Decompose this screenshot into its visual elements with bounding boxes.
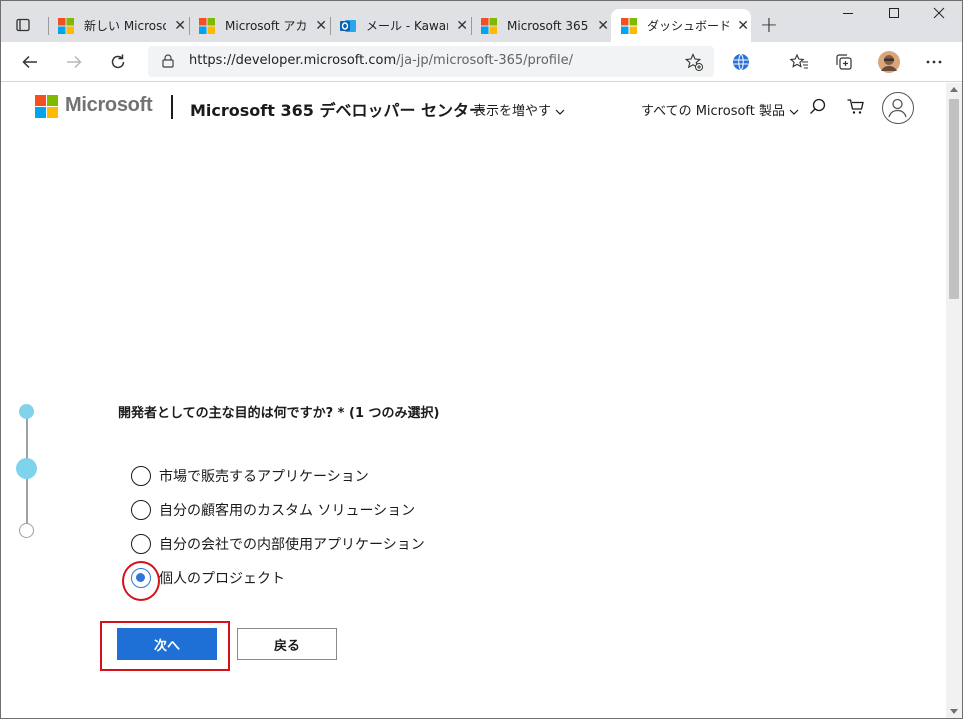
scroll-thumb[interactable] [949,99,959,299]
tab-outlook-mail[interactable]: メール - Kawam ✕ [330,9,470,42]
site-header: Microsoft Microsoft 365 デベロッパー センター 表示を増… [1,83,946,135]
refresh-icon[interactable] [104,48,132,76]
tab-title: メール - Kawam [366,19,448,33]
scroll-up-icon[interactable] [950,87,958,92]
option-custom-solution[interactable]: 自分の顧客用のカスタム ソリューション [131,499,415,521]
profile-avatar-icon[interactable] [875,48,903,76]
more-menu-button[interactable]: 表示を増やす [473,100,565,119]
microsoft-favicon-icon [621,17,637,34]
tab-title: ダッシュボード - [647,19,730,33]
question-heading: 開発者としての主な目的は何ですか? * (1 つのみ選択) [118,406,440,421]
outlook-favicon-icon [340,19,356,32]
tab-title: Microsoft アカ [225,19,308,33]
back-button[interactable]: 戻る [237,628,337,660]
chevron-down-icon [789,109,799,115]
all-products-label: すべての Microsoft 製品 [641,104,785,119]
chevron-down-icon [555,109,565,115]
browser-window: 新しい Microso ✕ Microsoft アカ ✕ メール - Kawam… [0,0,963,719]
option-label[interactable]: 自分の会社での内部使用アプリケーション [159,534,425,554]
tab-separator [48,17,49,35]
option-label[interactable]: 自分の顧客用のカスタム ソリューション [159,500,415,520]
url-text[interactable]: https://developer.microsoft.com/ja-jp/mi… [189,53,573,68]
url-path: /ja-jp/microsoft-365/profile/ [396,53,573,68]
new-tab-icon[interactable]: + [755,13,783,41]
url-host: https://developer.microsoft.com [189,53,397,68]
minimize-icon[interactable] [828,7,868,25]
forward-arrow-icon[interactable] [60,48,88,76]
maximize-icon[interactable] [874,7,914,25]
close-tab-icon[interactable]: ✕ [172,18,188,34]
tab-dashboard[interactable]: ダッシュボード - ✕ [611,9,751,42]
microsoft-favicon-icon [58,17,74,34]
all-products-menu[interactable]: すべての Microsoft 製品 [641,100,799,119]
step-2-current [16,458,37,479]
microsoft-logo-icon[interactable] [35,95,58,118]
tab-separator [330,17,331,35]
page-scrollbar[interactable] [946,83,962,718]
close-window-icon[interactable] [919,7,959,25]
microsoft-favicon-icon [481,17,497,34]
site-title[interactable]: Microsoft 365 デベロッパー センター [190,97,485,121]
tab-separator [189,17,190,35]
step-1-complete [19,404,34,419]
browser-toolbar: https://developer.microsoft.com/ja-jp/mi… [1,42,962,82]
back-arrow-icon[interactable] [16,48,44,76]
tab-separator [471,17,472,35]
annotation-circle [122,561,160,601]
more-menu-label: 表示を増やす [473,104,552,119]
option-label[interactable]: 個人のプロジェクト [159,568,285,588]
radio-button[interactable] [131,534,151,554]
close-tab-icon[interactable]: ✕ [313,18,329,34]
radio-button[interactable] [131,466,151,486]
tab-new-microsoft[interactable]: 新しい Microso ✕ [48,9,188,42]
option-label[interactable]: 市場で販売するアプリケーション [159,466,369,486]
tab-title: Microsoft 365 [507,18,589,33]
close-tab-icon[interactable]: ✕ [595,18,611,34]
account-icon[interactable] [882,92,914,124]
collections-icon[interactable] [830,48,858,76]
more-options-icon[interactable] [920,48,948,76]
scroll-down-icon[interactable] [950,709,958,714]
option-internal-app[interactable]: 自分の会社での内部使用アプリケーション [131,533,425,555]
tab-title: 新しい Microso [84,19,167,33]
address-bar[interactable]: https://developer.microsoft.com/ja-jp/mi… [148,46,714,77]
header-divider [171,95,173,119]
radio-button[interactable] [131,500,151,520]
brand-name[interactable]: Microsoft [65,94,153,117]
tab-microsoft-account[interactable]: Microsoft アカ ✕ [189,9,329,42]
favorites-icon[interactable] [785,48,813,76]
tab-microsoft-365[interactable]: Microsoft 365 ✕ [471,9,611,42]
search-icon[interactable] [808,97,828,117]
tab-strip: 新しい Microso ✕ Microsoft アカ ✕ メール - Kawam… [1,1,962,42]
annotation-rectangle [100,621,230,671]
tab-actions-icon[interactable] [9,11,37,39]
close-tab-icon[interactable]: ✕ [735,18,751,34]
option-marketplace-app[interactable]: 市場で販売するアプリケーション [131,465,369,487]
cart-icon[interactable] [846,97,866,117]
step-3-pending [19,523,34,538]
close-tab-icon[interactable]: ✕ [454,18,470,34]
lock-icon[interactable] [160,53,176,69]
microsoft-favicon-icon [199,17,215,34]
extension-globe-icon[interactable] [727,48,755,76]
add-favorite-icon[interactable] [684,52,704,72]
